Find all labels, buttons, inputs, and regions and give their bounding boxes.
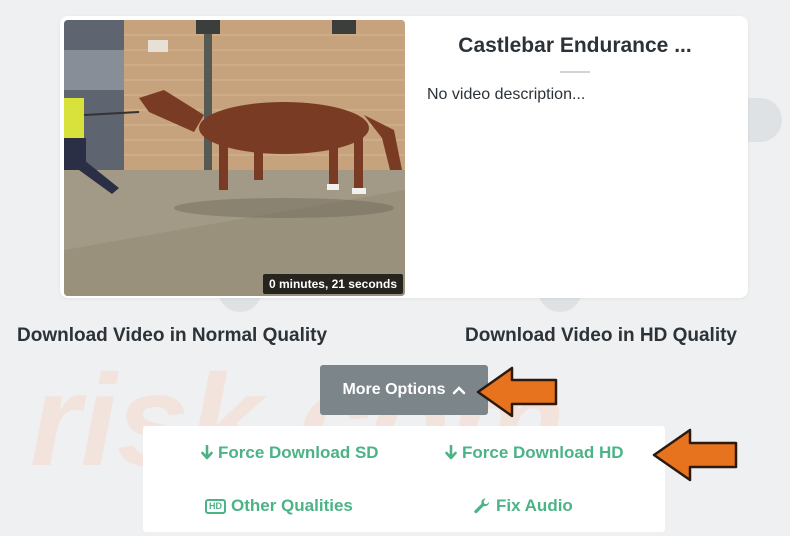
arrow-down-icon (445, 445, 457, 460)
video-description: No video description... (427, 86, 586, 103)
force-download-sd-label: Force Download SD (218, 443, 379, 462)
hd-icon: HD (205, 498, 226, 514)
force-download-sd-button[interactable]: Force Download SD (201, 443, 379, 463)
arrow-down-icon (201, 445, 213, 460)
title-divider (560, 71, 590, 73)
force-download-hd-label: Force Download HD (462, 443, 624, 462)
more-options-label: More Options (342, 381, 446, 398)
wrench-icon (474, 498, 490, 514)
chevron-up-icon (452, 386, 465, 395)
other-qualities-label: Other Qualities (231, 496, 353, 515)
fix-audio-button[interactable]: Fix Audio (473, 496, 573, 516)
more-options-button[interactable]: More Options (320, 365, 488, 415)
force-download-hd-button[interactable]: Force Download HD (445, 443, 624, 463)
video-thumbnail[interactable]: 0 minutes, 21 seconds (64, 20, 405, 296)
download-normal-quality-link[interactable]: Download Video in Normal Quality (17, 325, 327, 347)
download-hd-quality-link[interactable]: Download Video in HD Quality (465, 325, 737, 347)
more-options-panel: Force Download SD Force Download HD HD O… (143, 426, 665, 532)
video-duration: 0 minutes, 21 seconds (262, 274, 403, 294)
thumbnail-image (64, 20, 405, 296)
fix-audio-label: Fix Audio (496, 496, 573, 515)
other-qualities-button[interactable]: HD Other Qualities (205, 496, 353, 516)
video-title: Castlebar Endurance ... (458, 34, 692, 57)
